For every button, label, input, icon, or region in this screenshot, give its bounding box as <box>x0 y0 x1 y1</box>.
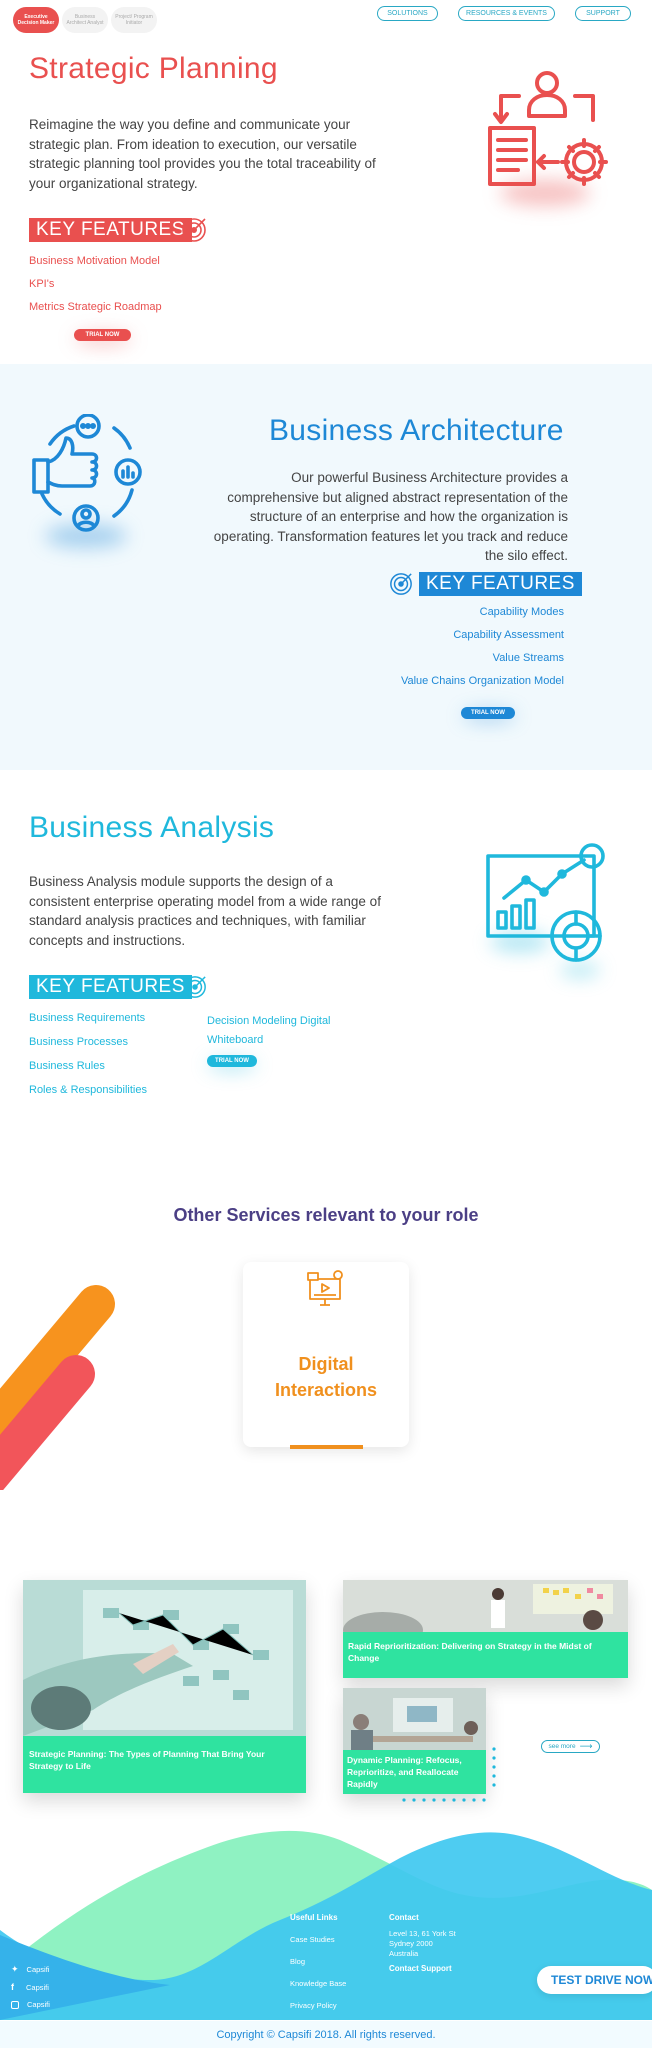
thumbs-up-cycle-icon <box>32 414 142 532</box>
nav-support[interactable]: SUPPORT <box>575 6 631 21</box>
contact-heading: Contact <box>389 1913 419 1922</box>
architecture-trial-button[interactable]: TRIAL NOW <box>461 707 515 719</box>
contact-address-line-3: Australia <box>389 1949 419 1958</box>
footer-link-knowledge-base[interactable]: Knowledge Base <box>290 1979 346 1988</box>
see-more-button[interactable]: see more ⟶ <box>541 1740 600 1753</box>
test-drive-button[interactable]: TEST DRIVE NOW <box>537 1966 652 1994</box>
service-card-digital-interactions[interactable]: Digital Interactions <box>243 1262 409 1449</box>
social-facebook[interactable]: f Capsifi <box>11 1982 49 1992</box>
analysis-title: Business Analysis <box>29 811 275 844</box>
contact-address-line-2: Sydney 2000 <box>389 1939 433 1948</box>
footer-link-privacy-policy[interactable]: Privacy Policy <box>290 2001 337 2010</box>
target-icon <box>184 976 206 998</box>
strategic-key-features-badge: KEY FEATURES <box>29 218 192 242</box>
analysis-key-features-badge: KEY FEATURES <box>29 975 192 999</box>
tab-executive-decision-maker[interactable]: Executive Decision Maker <box>13 7 59 33</box>
tab-business-architect-analyst[interactable]: Business Architect Analyst <box>62 7 108 33</box>
architecture-feature-1[interactable]: Capability Modes <box>480 606 564 618</box>
tab-label: Executive Decision Maker <box>17 14 55 26</box>
person-document-gear-icon <box>488 71 608 186</box>
twitter-icon: ✦ <box>11 1964 19 1974</box>
facebook-icon: f <box>11 1982 14 1992</box>
analysis-feature-1[interactable]: Business Requirements <box>29 1012 145 1024</box>
trial-label: TRIAL NOW <box>471 710 505 716</box>
architecture-feature-3[interactable]: Value Streams <box>493 652 564 664</box>
arrow-right-icon: ⟶ <box>579 1741 593 1751</box>
strategic-title: Strategic Planning <box>29 52 278 85</box>
trial-label: TRIAL NOW <box>215 1058 249 1064</box>
architecture-feature-4[interactable]: Value Chains Organization Model <box>401 675 564 687</box>
dots-decoration <box>402 1747 496 1802</box>
blog-card-rapid[interactable]: Rapid Reprioritization: Delivering on St… <box>343 1580 628 1678</box>
decorative-stripes <box>0 1285 115 1490</box>
social-instagram[interactable]: Capsifi <box>11 2000 50 2009</box>
blog-card-title: Strategic Planning: The Types of Plannin… <box>29 1749 265 1771</box>
strategic-trial-button[interactable]: TRIAL NOW <box>74 329 131 341</box>
digital-interaction-icon <box>307 1270 343 1306</box>
footer-link-case-studies[interactable]: Case Studies <box>290 1935 335 1944</box>
see-more-label: see more <box>548 1743 576 1750</box>
other-services-heading: Other Services relevant to your role <box>173 1205 479 1225</box>
blog-card-large[interactable]: Strategic Planning: The Types of Plannin… <box>23 1580 306 1793</box>
architecture-key-features-badge: KEY FEATURES <box>419 572 582 596</box>
blog-photo-meeting <box>343 1580 628 1632</box>
trial-label: TRIAL NOW <box>85 332 120 338</box>
nav-label: SUPPORT <box>586 10 620 17</box>
service-card-underline <box>290 1445 363 1449</box>
analysis-feature-4[interactable]: Roles & Responsibilities <box>29 1084 147 1096</box>
analysis-feature-5[interactable]: Decision Modeling Digital Whiteboard <box>207 1012 332 1050</box>
key-features-label: KEY FEATURES <box>426 573 575 594</box>
contact-address-line-1: Level 13, 61 York St <box>389 1929 456 1938</box>
nav-resources-events[interactable]: RESOURCES & EVENTS <box>458 6 555 21</box>
blog-card-caption: Strategic Planning: The Types of Plannin… <box>23 1736 306 1793</box>
strategic-feature-3[interactable]: Metrics Strategic Roadmap <box>29 301 162 313</box>
analysis-trial-button[interactable]: TRIAL NOW <box>207 1055 257 1067</box>
useful-links-heading: Useful Links <box>290 1913 338 1922</box>
architecture-description: Our powerful Business Architecture provi… <box>213 470 568 563</box>
architecture-title: Business Architecture <box>269 414 564 447</box>
social-label: Capsifi <box>27 2000 50 2009</box>
blog-card-caption: Rapid Reprioritization: Delivering on St… <box>343 1632 628 1678</box>
contact-support-link[interactable]: Contact Support <box>389 1964 452 1973</box>
analysis-feature-3[interactable]: Business Rules <box>29 1060 105 1072</box>
strategic-feature-2[interactable]: KPI's <box>29 278 54 290</box>
service-card-title: Digital Interactions <box>274 1354 378 1400</box>
tab-label: Business Architect Analyst <box>66 14 104 26</box>
tab-project-program-initiator[interactable]: Project/ Program Initiator <box>111 7 157 33</box>
key-features-label: KEY FEATURES <box>36 219 185 240</box>
business-architecture-section: Business Architecture Our powerful Busin… <box>0 364 652 770</box>
nav-label: RESOURCES & EVENTS <box>466 10 547 17</box>
strategic-description: Reimagine the way you define and communi… <box>29 117 376 191</box>
analysis-feature-2[interactable]: Business Processes <box>29 1036 128 1048</box>
blog-photo-office <box>343 1688 486 1750</box>
copyright-text: Copyright © Capsifi 2018. All rights res… <box>216 2028 436 2041</box>
target-icon <box>182 218 206 242</box>
analysis-description: Business Analysis module supports the de… <box>29 874 381 948</box>
nav-label: SOLUTIONS <box>387 10 428 17</box>
tab-label: Project/ Program Initiator <box>115 14 153 26</box>
social-label: Capsifi <box>26 1982 49 1992</box>
nav-solutions[interactable]: SOLUTIONS <box>377 6 438 21</box>
strategic-feature-1[interactable]: Business Motivation Model <box>29 255 160 267</box>
blog-card-title: Rapid Reprioritization: Delivering on St… <box>348 1641 592 1663</box>
key-features-label: KEY FEATURES <box>36 976 185 997</box>
instagram-icon <box>11 2000 19 2009</box>
footer-link-blog[interactable]: Blog <box>290 1957 305 1966</box>
target-icon <box>390 573 412 595</box>
blog-photo-hand-board <box>23 1580 306 1736</box>
social-label: Capsifi <box>26 1965 50 1974</box>
architecture-feature-2[interactable]: Capability Assessment <box>453 629 564 641</box>
copyright-bar: Copyright © Capsifi 2018. All rights res… <box>0 2021 652 2048</box>
analytics-board-icon <box>486 843 605 962</box>
social-twitter[interactable]: ✦ Capsifi <box>11 1964 49 1975</box>
test-drive-label: TEST DRIVE NOW <box>551 1973 652 1987</box>
